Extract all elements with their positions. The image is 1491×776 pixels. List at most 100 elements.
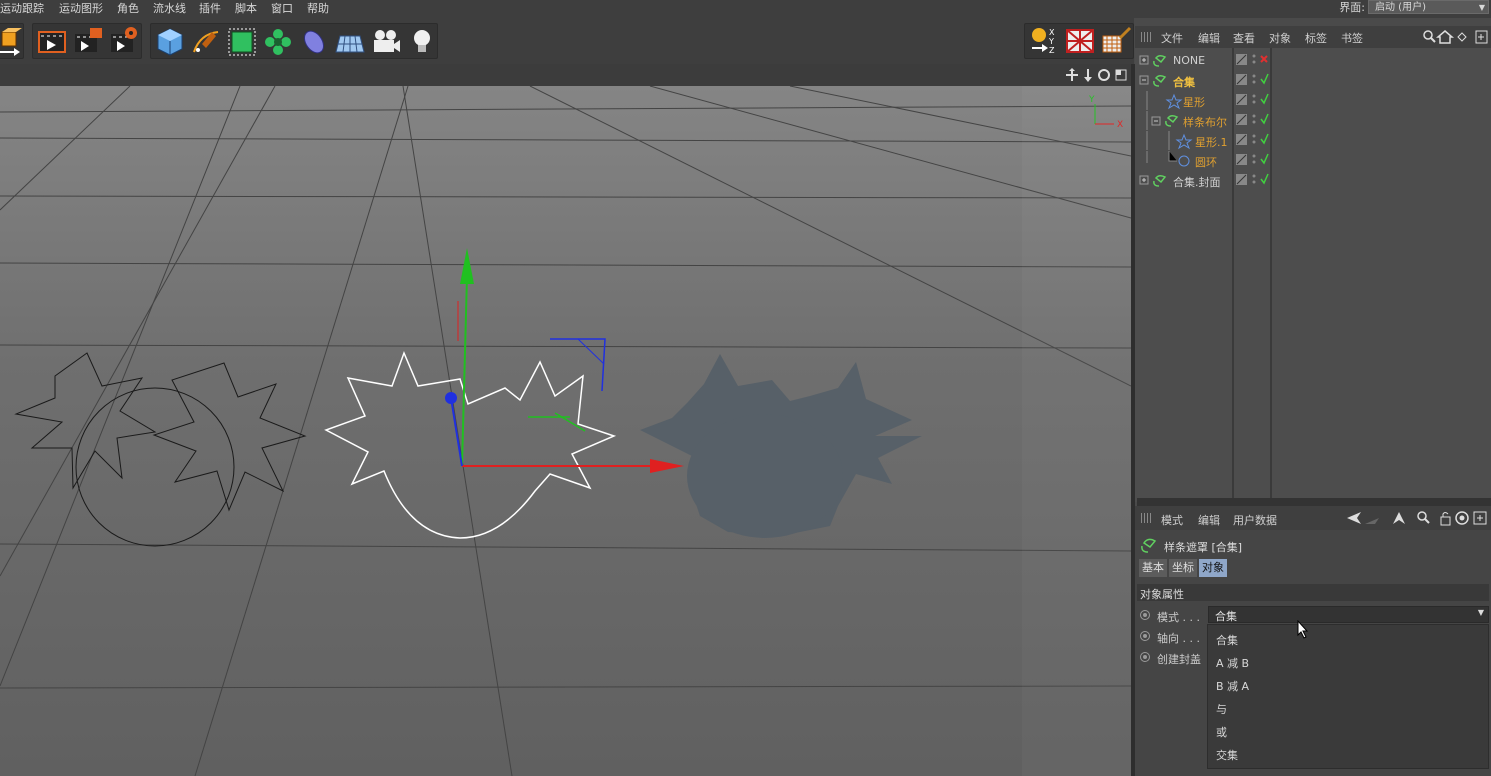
maximize-view-icon[interactable] [1115, 69, 1127, 81]
menu-plugins[interactable]: 插件 [199, 1, 221, 17]
arrow-up-icon[interactable] [1393, 512, 1405, 524]
menubar: 运动跟踪 运动图形 角色 流水线 插件 脚本 窗口 帮助 界面: 启动 (用户)… [0, 0, 1491, 18]
svg-text:X: X [1049, 28, 1055, 37]
om-menu-tags[interactable]: 标签 [1305, 30, 1327, 46]
render-to-picture-viewer-icon[interactable] [71, 25, 105, 57]
mode-select[interactable]: 合集 ▼ [1208, 606, 1489, 623]
om-menu-file[interactable]: 文件 [1161, 30, 1183, 46]
panel-splitter[interactable] [1137, 498, 1491, 506]
viewport-3d[interactable]: Y X [0, 86, 1131, 776]
cube-icon[interactable] [153, 25, 187, 57]
mode-option-or[interactable]: 或 [1216, 724, 1227, 740]
deformer-icon[interactable] [297, 25, 331, 57]
om-menu-edit[interactable]: 编辑 [1198, 30, 1220, 46]
menu-pipeline[interactable]: 流水线 [153, 1, 186, 17]
menu-motion-tracking[interactable]: 运动跟踪 [0, 1, 44, 17]
grip-icon[interactable] [1141, 513, 1151, 523]
menu-character[interactable]: 角色 [117, 1, 139, 17]
menu-script[interactable]: 脚本 [235, 1, 257, 17]
toolbar-group-render [32, 23, 142, 59]
svg-text:Z: Z [1049, 46, 1055, 55]
am-menu-mode[interactable]: 模式 [1161, 512, 1183, 528]
grip-icon[interactable] [1141, 32, 1151, 42]
new-panel-icon[interactable] [1475, 30, 1488, 44]
floor-icon[interactable] [333, 25, 367, 57]
object-name: 合集 [1173, 76, 1195, 89]
am-menu-userdata[interactable]: 用户数据 [1233, 512, 1277, 528]
zoom-view-icon[interactable] [1084, 69, 1092, 82]
texture-mode-icon[interactable] [1063, 25, 1097, 57]
enabled-check-icon [1260, 133, 1269, 145]
mode-option-a-minus-b[interactable]: A 减 B [1216, 655, 1249, 671]
render-settings-icon[interactable] [107, 25, 141, 57]
object-name: NONE [1173, 54, 1206, 67]
pen-spline-icon[interactable] [189, 25, 223, 57]
object-status-column [1236, 54, 1269, 185]
coordinate-system-icon[interactable]: XYZ [1027, 25, 1061, 57]
target-icon[interactable] [1455, 511, 1469, 525]
floor-grid [0, 86, 1131, 776]
toolbar-group-edit [0, 23, 24, 59]
move-view-icon[interactable] [1066, 68, 1078, 81]
arrow-forward-icon[interactable] [1365, 518, 1379, 524]
lock-icon[interactable] [1440, 512, 1451, 526]
viewport-nav-icons [1066, 68, 1127, 82]
mode-option-merge[interactable]: 合集 [1216, 632, 1238, 648]
new-panel-icon[interactable] [1473, 511, 1487, 525]
toolbar: XYZ [0, 18, 1134, 64]
layout-select-value: 启动 (用户) [1375, 2, 1426, 13]
om-menu-view[interactable]: 查看 [1233, 30, 1255, 46]
tab-object[interactable]: 对象 [1199, 559, 1227, 577]
param-label: 轴向 . . . [1157, 632, 1200, 645]
param-label: 模式 . . . [1157, 611, 1200, 624]
tab-basic[interactable]: 基本 [1139, 559, 1167, 577]
mouse-cursor-icon [1297, 620, 1309, 639]
om-menu-objects[interactable]: 对象 [1269, 30, 1291, 46]
menu-window[interactable]: 窗口 [271, 1, 293, 17]
search-icon[interactable] [1423, 30, 1436, 43]
section-header: 对象属性 [1137, 584, 1489, 601]
mode-option-intersection[interactable]: 交集 [1216, 747, 1238, 763]
object-row-none[interactable]: NONE [1137, 51, 1233, 70]
axis-gizmo[interactable] [445, 248, 684, 473]
light-icon[interactable] [405, 25, 439, 57]
arrow-back-icon[interactable] [1347, 512, 1361, 524]
mode-option-b-minus-a[interactable]: B 减 A [1216, 678, 1249, 694]
object-row-circle[interactable]: 圆环 [1137, 151, 1233, 170]
tab-coord[interactable]: 坐标 [1169, 559, 1197, 577]
viewport-header [0, 64, 1134, 86]
object-name: 星形 [1183, 96, 1205, 109]
render-view-icon[interactable] [35, 25, 69, 57]
rotate-view-icon[interactable] [1098, 69, 1110, 81]
object-row-merge[interactable]: 合集 [1137, 71, 1233, 90]
cloner-icon[interactable] [261, 25, 295, 57]
mode-option-and[interactable]: 与 [1216, 701, 1227, 717]
am-menu-edit[interactable]: 编辑 [1198, 512, 1220, 528]
camera-icon[interactable] [369, 25, 403, 57]
viewport-safe-frame [1022, 86, 1131, 776]
back-icon[interactable] [1457, 32, 1467, 42]
subdivision-icon[interactable] [225, 25, 259, 57]
om-menu-bookmarks[interactable]: 书签 [1341, 30, 1363, 46]
animate-toggle-icon[interactable] [1140, 652, 1150, 662]
make-editable-icon[interactable] [0, 25, 22, 57]
animate-toggle-icon[interactable] [1140, 631, 1150, 641]
menu-help[interactable]: 帮助 [307, 1, 329, 17]
object-manager-menubar: 文件 编辑 查看 对象 标签 书签 [1135, 26, 1491, 48]
column-divider [1270, 48, 1272, 500]
enabled-check-icon [1260, 153, 1269, 165]
animate-toggle-icon[interactable] [1140, 610, 1150, 620]
disabled-x-icon [1260, 55, 1268, 63]
home-icon[interactable] [1435, 30, 1455, 44]
paint-mode-icon[interactable] [1099, 25, 1133, 57]
menu-mograph[interactable]: 运动图形 [59, 1, 103, 17]
mode-select-value: 合集 [1215, 610, 1237, 623]
param-label: 创建封盖 [1157, 653, 1201, 666]
object-row-merge-cover[interactable]: 合集.封面 [1137, 171, 1233, 190]
section-title: 对象属性 [1140, 588, 1184, 601]
object-row-star-1[interactable]: 星形.1 [1137, 131, 1233, 150]
search-icon[interactable] [1417, 511, 1430, 524]
object-row-spline-boole[interactable]: 样条布尔 [1137, 111, 1233, 130]
layout-select[interactable]: 启动 (用户) ▼ [1368, 0, 1489, 14]
object-row-star[interactable]: 星形 [1137, 91, 1233, 110]
